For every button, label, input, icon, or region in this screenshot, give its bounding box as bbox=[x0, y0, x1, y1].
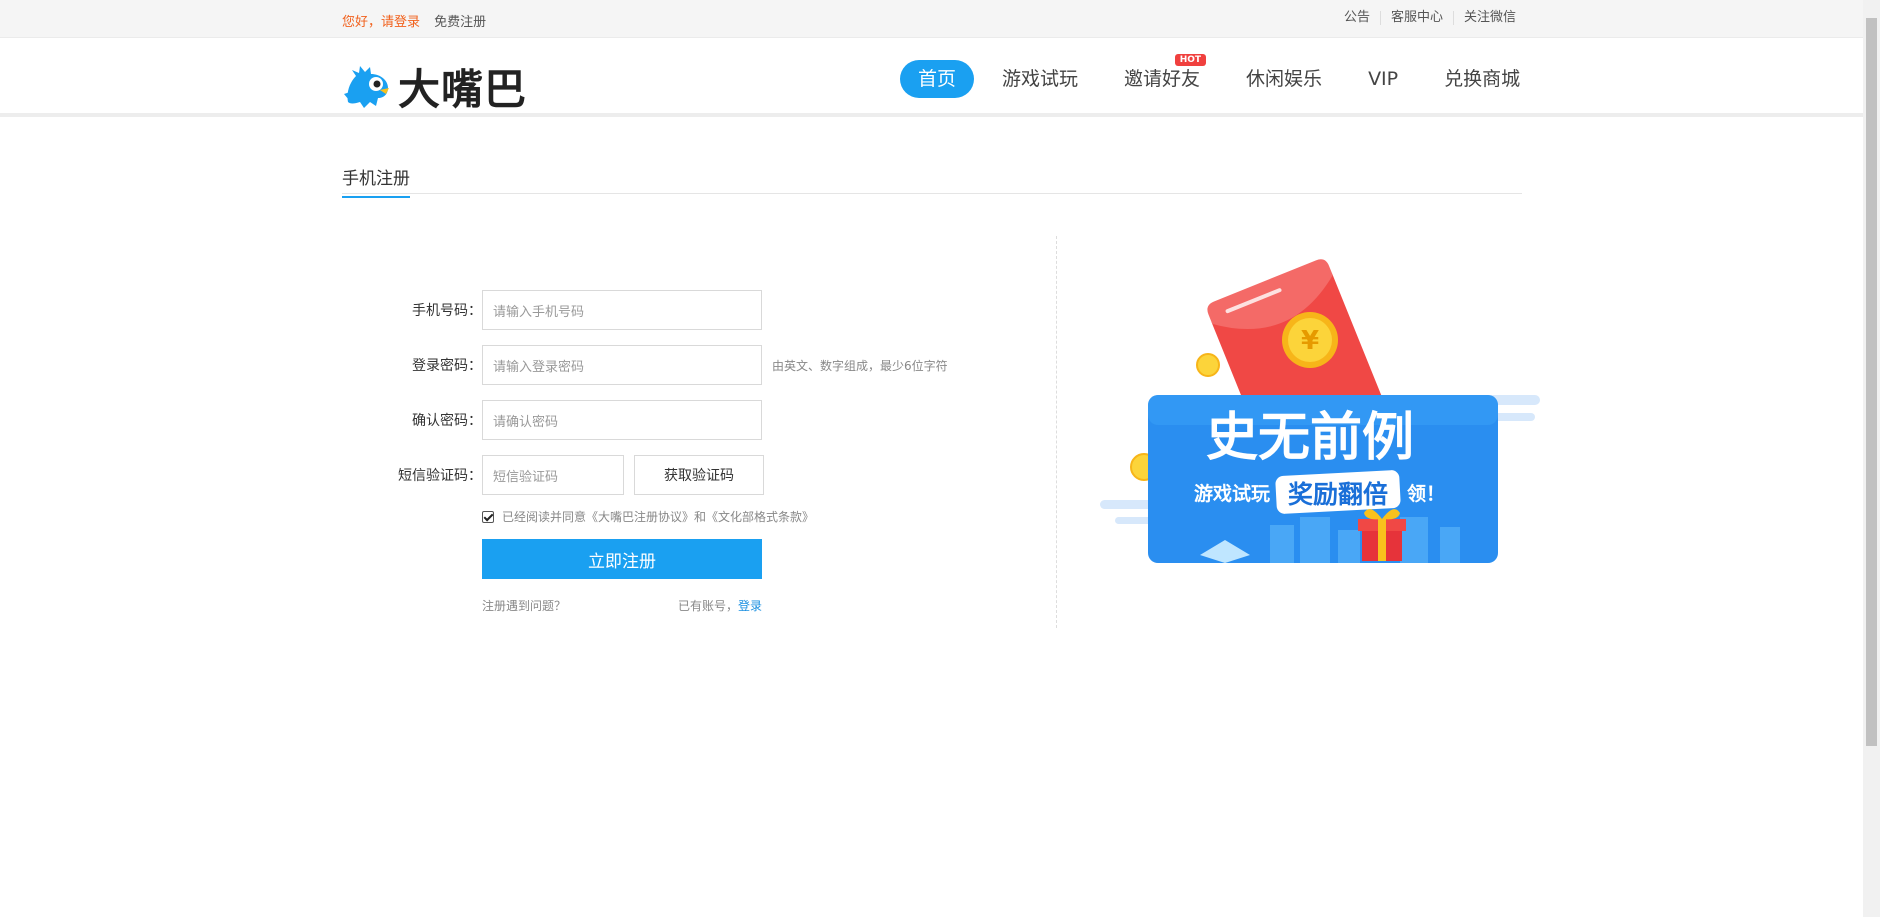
sms-code-label: 短信验证码： bbox=[398, 468, 482, 484]
section-divider bbox=[342, 193, 1522, 194]
agree-checkbox[interactable] bbox=[482, 510, 494, 523]
promo-sub-suffix: 领！ bbox=[1407, 482, 1445, 505]
nav-invite-friends[interactable]: 邀请好友 HOT bbox=[1124, 54, 1207, 98]
coin-symbol: ¥ bbox=[1301, 326, 1319, 356]
phone-row: 手机号码： 请输入手机号码 bbox=[340, 290, 762, 330]
password-input[interactable]: 请输入登录密码 bbox=[482, 345, 762, 385]
get-code-button[interactable]: 获取验证码 bbox=[634, 455, 764, 495]
phone-input[interactable]: 请输入手机号码 bbox=[482, 290, 762, 330]
password-hint: 由英文、数字组成，最少6位字符 bbox=[772, 358, 948, 373]
confirm-password-row: 确认密码： 请确认密码 bbox=[340, 400, 762, 440]
password-row: 登录密码： 请输入登录密码 由英文、数字组成，最少6位字符 bbox=[340, 345, 948, 385]
main-nav: 首页 游戏试玩 邀请好友 HOT 休闲娱乐 VIP 兑换商城 bbox=[900, 54, 1520, 98]
promo-banner: ¥ 史无前例 游戏试玩 奖励翻倍 领！ bbox=[1100, 259, 1540, 563]
agreement-text[interactable]: 已经阅读并同意《大嘴巴注册协议》和《文化部格式条款》 bbox=[502, 508, 814, 525]
phone-label: 手机号码： bbox=[412, 303, 482, 319]
nav-leisure[interactable]: 休闲娱乐 bbox=[1246, 60, 1322, 98]
form-footer-links: 注册遇到问题？ 已有账号，登录 bbox=[482, 597, 762, 614]
nav-exchange-mall[interactable]: 兑换商城 bbox=[1444, 60, 1520, 98]
login-prompt: 已有账号，登录 bbox=[678, 597, 762, 614]
header: 大嘴巴 首页 游戏试玩 邀请好友 HOT 休闲娱乐 VIP 兑换商城 bbox=[0, 38, 1863, 117]
promo-sub-highlight: 奖励翻倍 bbox=[1288, 480, 1388, 509]
nav-invite-friends-label: 邀请好友 bbox=[1124, 68, 1201, 90]
top-bar: 您好，请登录 免费注册 公告 客服中心 关注微信 bbox=[0, 0, 1863, 38]
logo-text: 大嘴巴 bbox=[398, 65, 528, 114]
has-account-text: 已有账号， bbox=[677, 599, 738, 613]
nav-game-trial[interactable]: 游戏试玩 bbox=[1002, 60, 1078, 98]
password-label: 登录密码： bbox=[412, 358, 482, 374]
free-register-link[interactable]: 免费注册 bbox=[434, 15, 486, 30]
scrollbar-thumb[interactable] bbox=[1866, 18, 1877, 746]
register-button[interactable]: 立即注册 bbox=[482, 539, 762, 579]
nav-home[interactable]: 首页 bbox=[900, 60, 975, 98]
sms-code-input[interactable]: 短信验证码 bbox=[482, 455, 624, 495]
login-link-bottom[interactable]: 登录 bbox=[738, 599, 762, 613]
sms-code-row: 短信验证码： 短信验证码 获取验证码 bbox=[340, 455, 764, 495]
register-page: 您好，请登录 免费注册 公告 客服中心 关注微信 大嘴巴 首页 游戏试玩 邀请好… bbox=[0, 0, 1880, 917]
form-divider bbox=[1056, 236, 1057, 628]
coin-icon: ¥ bbox=[1282, 312, 1338, 368]
logo[interactable]: 大嘴巴 bbox=[342, 56, 527, 117]
top-bar-left: 您好，请登录 免费注册 bbox=[342, 11, 486, 30]
announcement-link[interactable]: 公告 bbox=[1334, 11, 1380, 25]
top-bar-right: 公告 客服中心 关注微信 bbox=[1334, 11, 1516, 25]
dinosaur-mascot-icon bbox=[344, 65, 389, 108]
register-problem-link[interactable]: 注册遇到问题？ bbox=[482, 597, 566, 614]
customer-service-link[interactable]: 客服中心 bbox=[1379, 11, 1453, 25]
nav-vip[interactable]: VIP bbox=[1368, 60, 1398, 98]
page-scrollbar[interactable] bbox=[1863, 0, 1880, 917]
follow-wechat-link[interactable]: 关注微信 bbox=[1452, 11, 1516, 25]
login-link[interactable]: 您好，请登录 bbox=[342, 15, 420, 30]
hot-badge: HOT bbox=[1174, 54, 1207, 66]
confirm-password-label: 确认密码： bbox=[412, 413, 482, 429]
agreement-row: 已经阅读并同意《大嘴巴注册协议》和《文化部格式条款》 bbox=[482, 508, 814, 525]
coin-small-icon bbox=[1196, 353, 1220, 377]
promo-headline: 史无前例 bbox=[1206, 408, 1414, 468]
promo-sub-prefix: 游戏试玩 bbox=[1194, 482, 1270, 505]
confirm-password-input[interactable]: 请确认密码 bbox=[482, 400, 762, 440]
